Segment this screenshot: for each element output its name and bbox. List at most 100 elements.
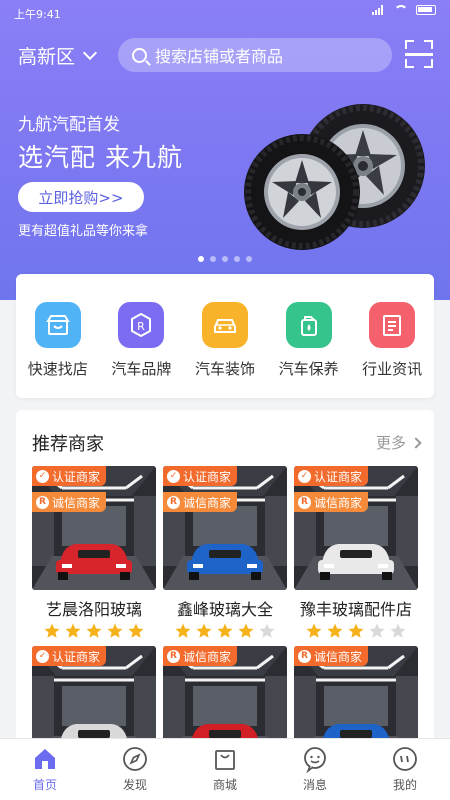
merchant-tile[interactable]: R 诚信商家 <box>163 646 287 750</box>
brand-r-icon: R <box>36 495 49 509</box>
trusted-badge: R 诚信商家 <box>32 492 107 512</box>
star-icon <box>327 623 343 638</box>
pagination-dot[interactable] <box>198 256 204 262</box>
oil-can-icon <box>285 302 332 348</box>
merchant-name: 艺晨洛阳玻璃 <box>45 600 142 619</box>
tab-discover[interactable]: 发现 <box>90 739 180 800</box>
location-label: 高新区 <box>18 46 76 68</box>
brand-r-icon: R <box>167 649 180 663</box>
merchant-photo: ✓ 认证商家 R 诚信商家 <box>163 466 287 590</box>
trusted-badge: R 诚信商家 <box>163 492 238 512</box>
check-shield-icon: ✓ <box>298 469 311 483</box>
signal-icon <box>372 5 386 15</box>
star-icon <box>86 623 102 638</box>
top-bar: 高新区 搜索店铺或者商品 <box>0 34 450 78</box>
star-icon <box>217 623 233 638</box>
merchant-photo: ✓ 认证商家 R 诚信商家 <box>294 466 418 590</box>
section-title: 推荐商家 <box>32 434 104 455</box>
tab-label: 我的 <box>392 778 417 792</box>
merchant-rating <box>294 622 418 640</box>
promo-banner[interactable]: 九航汽配首发 选汽配 来九航 立即抢购>> 更有超值礼品等你来拿 <box>0 90 450 260</box>
star-icon <box>128 623 144 638</box>
battery-icon <box>416 5 436 15</box>
search-input[interactable]: 搜索店铺或者商品 <box>118 38 392 72</box>
star-icon <box>175 623 191 638</box>
merchant-tile[interactable]: R 诚信商家 <box>294 646 418 750</box>
profile-icon <box>393 747 417 771</box>
home-icon <box>35 749 55 769</box>
recommended-merchants-card: 推荐商家 更多 ✓ 认证商家 R 诚信商家 艺晨洛阳玻璃 ✓ 认证商家 R 诚信… <box>16 410 434 750</box>
shopping-bag-icon <box>215 750 235 770</box>
star-icon <box>348 623 364 638</box>
merchant-tile[interactable]: ✓ 认证商家 R 诚信商家 豫丰玻璃配件店 <box>294 466 418 640</box>
category-car-maintenance[interactable]: 汽车保养 <box>269 302 349 398</box>
merchant-tile[interactable]: ✓ 认证商家 <box>32 646 156 750</box>
category-quick-find-store[interactable]: 快速找店 <box>18 302 98 398</box>
pagination-dot[interactable] <box>234 256 240 262</box>
banner-note: 更有超值礼品等你来拿 <box>18 224 149 239</box>
star-icon <box>44 623 60 638</box>
trusted-badge: R 诚信商家 <box>294 492 369 512</box>
category-car-decoration[interactable]: 汽车装饰 <box>185 302 265 398</box>
brand-r-icon: R <box>298 495 311 509</box>
pagination-dot[interactable] <box>222 256 228 262</box>
car-icon <box>201 302 248 348</box>
tab-home[interactable]: 首页 <box>0 739 90 800</box>
brand-r-icon: R <box>118 302 165 348</box>
scan-icon[interactable] <box>405 40 433 68</box>
check-shield-icon: ✓ <box>36 469 49 483</box>
status-icons <box>372 5 436 15</box>
search-placeholder: 搜索店铺或者商品 <box>155 47 284 66</box>
category-label: 汽车装饰 <box>194 360 255 378</box>
buy-now-button[interactable]: 立即抢购>> <box>18 182 144 212</box>
search-icon <box>132 47 147 63</box>
category-card: 快速找店 R 汽车品牌 汽车装饰 汽车保养 行业资讯 <box>16 274 434 398</box>
category-industry-news[interactable]: 行业资讯 <box>352 302 432 398</box>
wifi-icon <box>394 5 408 15</box>
svg-text:R: R <box>138 320 146 333</box>
tab-mall[interactable]: 商城 <box>180 739 270 800</box>
star-icon <box>390 623 406 638</box>
tab-label: 首页 <box>32 778 57 792</box>
merchant-tile[interactable]: ✓ 认证商家 R 诚信商家 艺晨洛阳玻璃 <box>32 466 156 640</box>
status-bar: 上午9:41 <box>0 0 450 26</box>
certified-badge: ✓ 认证商家 <box>163 466 238 486</box>
category-label: 行业资讯 <box>362 360 423 378</box>
merchant-photo: R 诚信商家 <box>294 646 418 750</box>
location-selector[interactable]: 高新区 <box>18 42 98 69</box>
brand-r-icon: R <box>167 495 180 509</box>
star-icon <box>259 623 275 638</box>
pagination-dot[interactable] <box>210 256 216 262</box>
badge-label: 诚信商家 <box>183 495 232 510</box>
star-icon <box>196 623 212 638</box>
compass-icon <box>123 747 147 771</box>
merchant-tile[interactable]: ✓ 认证商家 R 诚信商家 鑫峰玻璃大全 <box>163 466 287 640</box>
news-icon <box>369 302 416 348</box>
more-link[interactable]: 更多 <box>375 432 422 453</box>
star-icon <box>306 623 322 638</box>
tab-profile[interactable]: 我的 <box>360 739 450 800</box>
more-label: 更多 <box>375 434 406 452</box>
tab-messages[interactable]: 消息 <box>270 739 360 800</box>
badge-label: 诚信商家 <box>314 649 363 664</box>
certified-badge: ✓ 认证商家 <box>32 466 107 486</box>
merchant-photo: ✓ 认证商家 R 诚信商家 <box>32 466 156 590</box>
chevron-right-icon <box>410 436 422 449</box>
category-label: 快速找店 <box>27 360 88 378</box>
message-icon <box>304 747 326 773</box>
merchant-photo: R 诚信商家 <box>163 646 287 750</box>
trusted-badge: R 诚信商家 <box>294 646 369 666</box>
badge-label: 认证商家 <box>52 469 101 484</box>
badge-label: 认证商家 <box>183 469 232 484</box>
badge-label: 认证商家 <box>314 469 363 484</box>
pagination-dot[interactable] <box>246 256 252 262</box>
category-label: 汽车保养 <box>278 360 339 378</box>
trusted-badge: R 诚信商家 <box>163 646 238 666</box>
banner-pagination[interactable] <box>0 256 450 262</box>
badge-label: 认证商家 <box>52 649 101 664</box>
category-car-brand[interactable]: R 汽车品牌 <box>101 302 181 398</box>
check-shield-icon: ✓ <box>167 469 180 483</box>
star-icon <box>238 623 254 638</box>
store-icon <box>34 302 81 348</box>
tab-label: 消息 <box>302 778 327 792</box>
